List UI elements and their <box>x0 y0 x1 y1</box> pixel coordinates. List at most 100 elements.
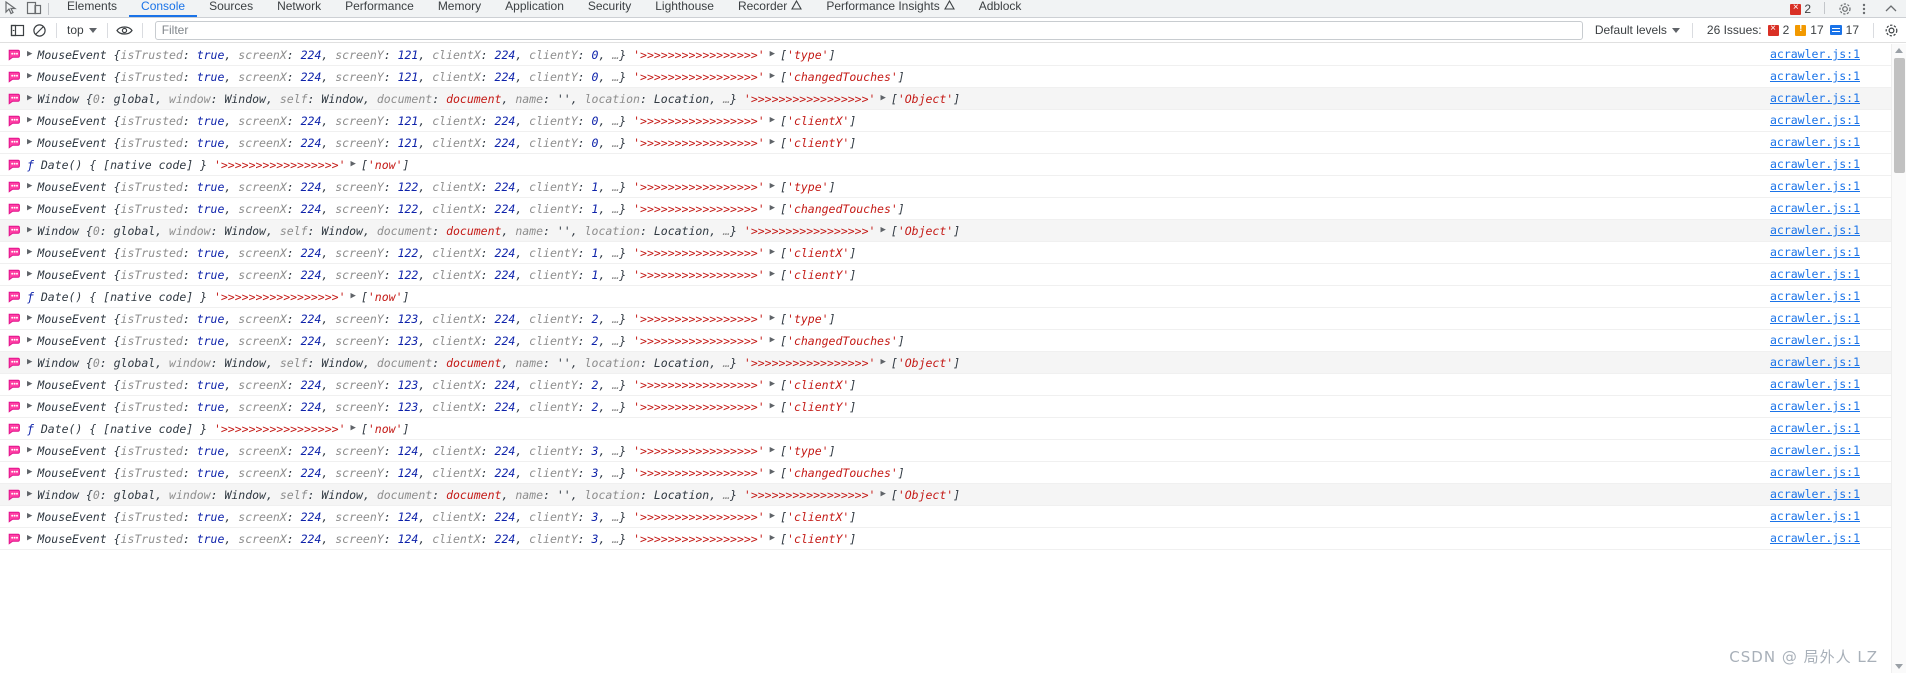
console-message-row[interactable]: ▶ MouseEvent {isTrusted: true, screenX: 2… <box>0 66 1906 88</box>
console-message-row[interactable]: ▶ Window {0: global, window: Window, self… <box>0 88 1906 110</box>
log-levels-selector[interactable]: Default levels <box>1589 23 1686 37</box>
source-link[interactable]: acrawler.js:1 <box>1770 47 1860 61</box>
console-message-icon <box>8 136 22 150</box>
tab-recorder[interactable]: Recorder <box>726 0 814 17</box>
issues-summary-bar[interactable]: 26 Issues: 2 17 17 <box>1699 22 1867 38</box>
source-link[interactable]: acrawler.js:1 <box>1770 179 1860 193</box>
console-message-row[interactable]: ▶ MouseEvent {isTrusted: true, screenX: 2… <box>0 110 1906 132</box>
console-message-row[interactable]: ▶ MouseEvent {isTrusted: true, screenX: 2… <box>0 330 1906 352</box>
source-link[interactable]: acrawler.js:1 <box>1770 201 1860 215</box>
issues-warnings: 17 <box>1795 22 1824 37</box>
scrollbar-thumb[interactable] <box>1894 58 1905 173</box>
gear-icon[interactable] <box>1838 2 1854 16</box>
console-message-row[interactable]: ƒ Date() { [native code] } '>>>>>>>>>>>>… <box>0 154 1906 176</box>
console-message-row[interactable]: ƒ Date() { [native code] } '>>>>>>>>>>>>… <box>0 418 1906 440</box>
tabstrip-right-divider <box>1824 2 1825 14</box>
source-link[interactable]: acrawler.js:1 <box>1770 157 1860 171</box>
more-vertical-icon[interactable] <box>1861 2 1877 16</box>
source-link[interactable]: acrawler.js:1 <box>1770 355 1860 369</box>
source-link[interactable]: acrawler.js:1 <box>1770 91 1860 105</box>
tab-console[interactable]: Console <box>129 0 197 17</box>
console-message-row[interactable]: ▶ MouseEvent {isTrusted: true, screenX: 2… <box>0 462 1906 484</box>
source-link[interactable]: acrawler.js:1 <box>1770 487 1860 501</box>
console-message-icon <box>8 92 22 106</box>
device-toolbar-icon[interactable] <box>26 1 42 15</box>
console-message-content: ▶ MouseEvent {isTrusted: true, screenX: 2… <box>27 69 905 84</box>
tab-lighthouse[interactable]: Lighthouse <box>643 0 726 17</box>
source-link[interactable]: acrawler.js:1 <box>1770 333 1860 347</box>
console-settings-gear-icon[interactable] <box>1880 20 1902 40</box>
console-message-row[interactable]: ƒ Date() { [native code] } '>>>>>>>>>>>>… <box>0 286 1906 308</box>
console-message-content: ▶ Window {0: global, window: Window, self… <box>27 487 961 502</box>
tab-adblock[interactable]: Adblock <box>967 0 1034 17</box>
execution-context-label: top <box>67 23 84 37</box>
scroll-up-arrow-icon[interactable] <box>1895 48 1903 53</box>
console-message-row[interactable]: ▶ MouseEvent {isTrusted: true, screenX: 2… <box>0 198 1906 220</box>
live-expression-eye-icon[interactable] <box>114 20 136 40</box>
console-message-row[interactable]: ▶ Window {0: global, window: Window, self… <box>0 220 1906 242</box>
console-message-row[interactable]: ▶ MouseEvent {isTrusted: true, screenX: 2… <box>0 440 1906 462</box>
tab-elements[interactable]: Elements <box>55 0 129 17</box>
inspect-element-icon[interactable] <box>4 1 20 15</box>
tab-label: Adblock <box>978 0 1022 13</box>
console-message-row[interactable]: ▶ MouseEvent {isTrusted: true, screenX: 2… <box>0 264 1906 286</box>
tab-security[interactable]: Security <box>576 0 643 17</box>
tab-sources[interactable]: Sources <box>197 0 265 17</box>
console-message-row[interactable]: ▶ MouseEvent {isTrusted: true, screenX: 2… <box>0 506 1906 528</box>
console-toolbar: top Default levels 26 Issues: 2 17 <box>0 18 1906 43</box>
console-message-row[interactable]: ▶ MouseEvent {isTrusted: true, screenX: 2… <box>0 308 1906 330</box>
scroll-down-arrow-icon[interactable] <box>1895 664 1903 669</box>
clear-console-icon[interactable] <box>28 20 50 40</box>
console-message-icon <box>8 510 22 524</box>
console-scrollbar[interactable] <box>1891 44 1906 673</box>
close-devtools-icon[interactable] <box>1884 2 1900 16</box>
issues-label: 26 Issues: <box>1706 23 1762 37</box>
tab-application[interactable]: Application <box>493 0 576 17</box>
source-link[interactable]: acrawler.js:1 <box>1770 311 1860 325</box>
source-link[interactable]: acrawler.js:1 <box>1770 465 1860 479</box>
console-message-content: ▶ MouseEvent {isTrusted: true, screenX: 2… <box>27 179 836 194</box>
source-link[interactable]: acrawler.js:1 <box>1770 531 1860 545</box>
devtools-tabs: Elements Console Sources Network Perform… <box>55 0 1790 17</box>
console-message-icon <box>8 48 22 62</box>
source-link[interactable]: acrawler.js:1 <box>1770 267 1860 281</box>
console-message-list[interactable]: ▶ MouseEvent {isTrusted: true, screenX: 2… <box>0 44 1906 673</box>
tab-performance[interactable]: Performance <box>333 0 426 17</box>
console-message-icon <box>8 246 22 260</box>
console-message-row[interactable]: ▶ MouseEvent {isTrusted: true, screenX: 2… <box>0 396 1906 418</box>
console-message-icon <box>8 444 22 458</box>
source-link[interactable]: acrawler.js:1 <box>1770 113 1860 127</box>
source-link[interactable]: acrawler.js:1 <box>1770 399 1860 413</box>
source-link[interactable]: acrawler.js:1 <box>1770 421 1860 435</box>
console-filter-input[interactable] <box>154 20 1583 40</box>
source-link[interactable]: acrawler.js:1 <box>1770 245 1860 259</box>
tab-memory[interactable]: Memory <box>426 0 493 17</box>
console-message-row[interactable]: ▶ MouseEvent {isTrusted: true, screenX: 2… <box>0 132 1906 154</box>
source-link[interactable]: acrawler.js:1 <box>1770 509 1860 523</box>
tab-label: Network <box>277 0 322 13</box>
console-message-row[interactable]: ▶ MouseEvent {isTrusted: true, screenX: 2… <box>0 242 1906 264</box>
tab-network[interactable]: Network <box>265 0 333 17</box>
console-message-content: ▶ MouseEvent {isTrusted: true, screenX: 2… <box>27 113 857 128</box>
console-message-row[interactable]: ▶ Window {0: global, window: Window, self… <box>0 484 1906 506</box>
source-link[interactable]: acrawler.js:1 <box>1770 443 1860 457</box>
tabstrip-error-badge[interactable]: 2 <box>1790 1 1811 16</box>
console-message-row[interactable]: ▶ MouseEvent {isTrusted: true, screenX: 2… <box>0 374 1906 396</box>
console-sidebar-icon[interactable] <box>6 20 28 40</box>
console-message-icon <box>8 180 22 194</box>
console-message-row[interactable]: ▶ MouseEvent {isTrusted: true, screenX: 2… <box>0 176 1906 198</box>
tab-performance-insights[interactable]: Performance Insights <box>814 0 966 17</box>
source-link[interactable]: acrawler.js:1 <box>1770 69 1860 83</box>
console-message-icon <box>8 290 22 304</box>
console-message-row[interactable]: ▶ Window {0: global, window: Window, self… <box>0 352 1906 374</box>
source-link[interactable]: acrawler.js:1 <box>1770 377 1860 391</box>
console-message-icon <box>8 334 22 348</box>
console-message-row[interactable]: ▶ MouseEvent {isTrusted: true, screenX: 2… <box>0 44 1906 66</box>
source-link[interactable]: acrawler.js:1 <box>1770 135 1860 149</box>
source-link[interactable]: acrawler.js:1 <box>1770 223 1860 237</box>
source-link[interactable]: acrawler.js:1 <box>1770 289 1860 303</box>
execution-context-selector[interactable]: top <box>63 21 101 39</box>
console-message-content: ▶ Window {0: global, window: Window, self… <box>27 355 961 370</box>
console-message-row[interactable]: ▶ MouseEvent {isTrusted: true, screenX: 2… <box>0 528 1906 550</box>
issues-info: 17 <box>1829 23 1859 37</box>
